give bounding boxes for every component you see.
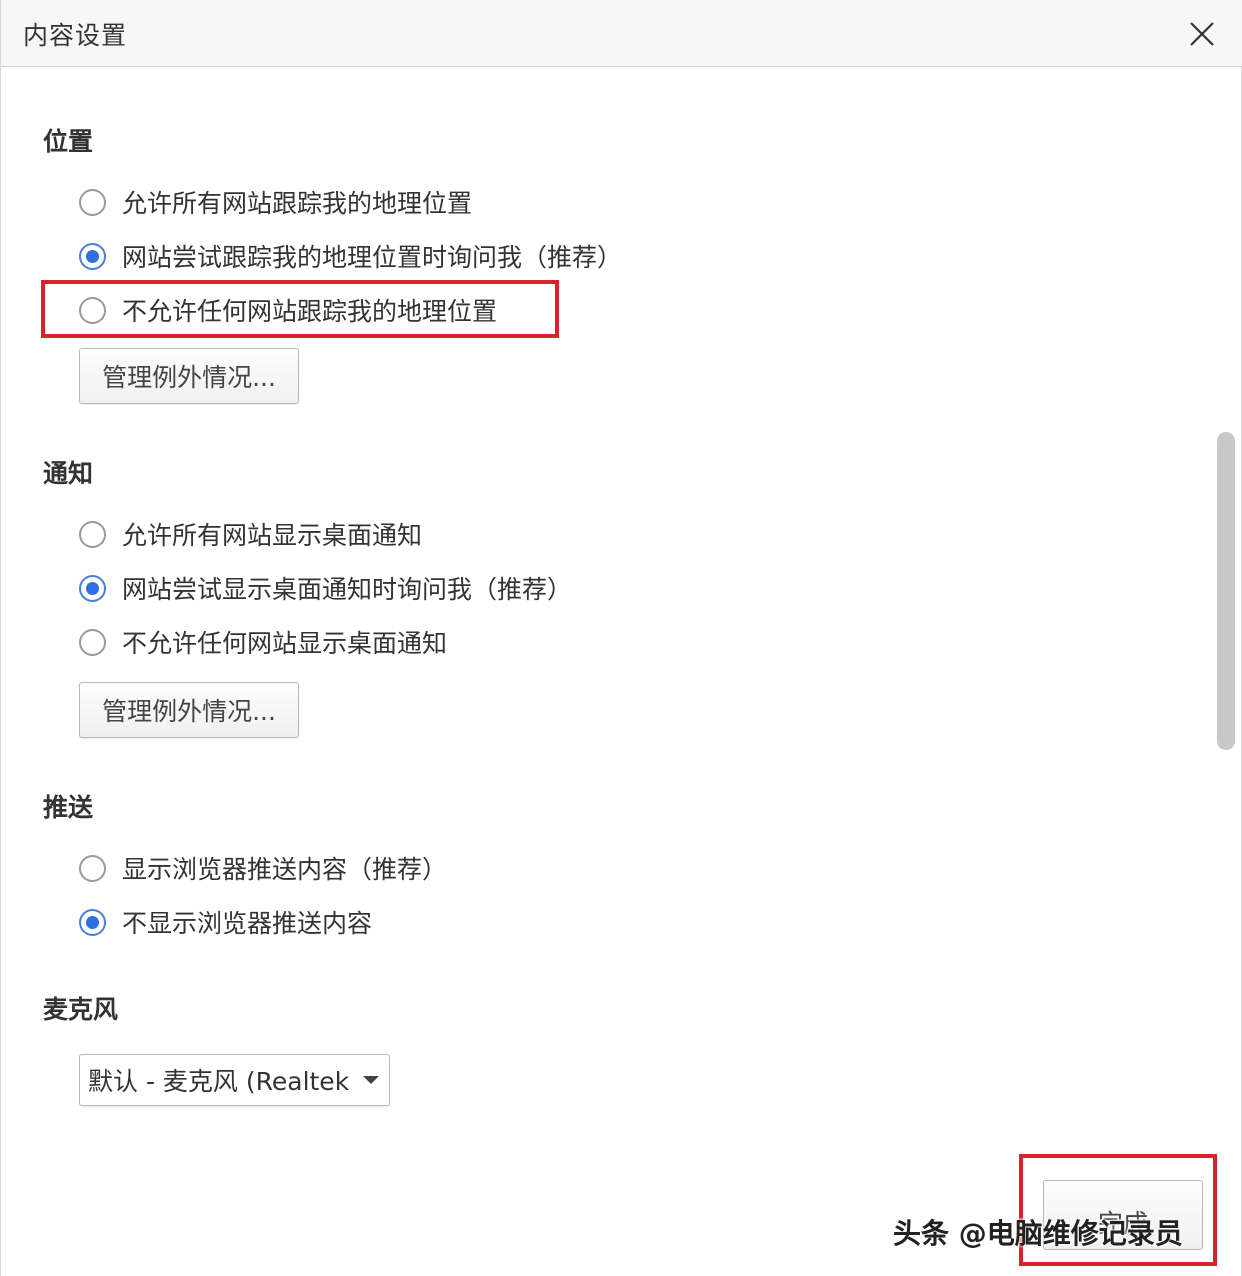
radio-button-checked[interactable] — [79, 908, 106, 936]
radio-button[interactable] — [79, 296, 106, 324]
radio-location-block-all[interactable]: 不允许任何网站跟踪我的地理位置 — [79, 292, 497, 328]
radio-button[interactable] — [79, 854, 106, 882]
radio-label: 不允许任何网站显示桌面通知 — [122, 629, 448, 658]
radio-button-checked[interactable] — [79, 574, 106, 602]
radio-button-checked[interactable] — [79, 242, 106, 270]
location-manage-exceptions-button[interactable]: 管理例外情况... — [79, 348, 299, 404]
section-title-microphone: 麦克风 — [43, 995, 119, 1024]
close-button[interactable] — [1181, 14, 1223, 54]
microphone-select[interactable]: 默认 - 麦克风 (Realtek — [79, 1054, 390, 1106]
dialog-title: 内容设置 — [23, 21, 128, 50]
radio-push-hide[interactable]: 不显示浏览器推送内容 — [79, 904, 372, 940]
radio-label: 网站尝试显示桌面通知时询问我（推荐） — [122, 575, 573, 604]
close-icon — [1190, 22, 1214, 46]
content-settings-dialog: 内容设置 位置 允许所有网站跟踪我的地理位置 网站尝试跟踪我的地理位置时询问我（… — [0, 0, 1242, 1276]
radio-button[interactable] — [79, 628, 106, 656]
section-title-push: 推送 — [43, 793, 94, 822]
radio-location-allow-all[interactable]: 允许所有网站跟踪我的地理位置 — [79, 184, 472, 220]
done-button[interactable]: 完成 — [1043, 1180, 1203, 1250]
radio-notifications-allow-all[interactable]: 允许所有网站显示桌面通知 — [79, 516, 422, 552]
radio-location-ask[interactable]: 网站尝试跟踪我的地理位置时询问我（推荐） — [79, 238, 622, 274]
chevron-down-icon — [363, 1076, 380, 1084]
radio-button[interactable] — [79, 520, 106, 548]
microphone-select-value: 默认 - 麦克风 (Realtek — [88, 1067, 350, 1096]
title-bar: 内容设置 — [1, 0, 1242, 67]
section-title-notifications: 通知 — [43, 459, 94, 488]
radio-push-show[interactable]: 显示浏览器推送内容（推荐） — [79, 850, 447, 886]
radio-label: 不显示浏览器推送内容 — [122, 909, 373, 938]
radio-label: 网站尝试跟踪我的地理位置时询问我（推荐） — [122, 243, 623, 272]
radio-label: 允许所有网站跟踪我的地理位置 — [122, 189, 473, 218]
radio-label: 允许所有网站显示桌面通知 — [122, 521, 423, 550]
radio-notifications-block-all[interactable]: 不允许任何网站显示桌面通知 — [79, 624, 447, 660]
scrollbar-thumb[interactable] — [1217, 432, 1235, 750]
radio-label: 显示浏览器推送内容（推荐） — [122, 855, 448, 884]
radio-button[interactable] — [79, 188, 106, 216]
notifications-manage-exceptions-button[interactable]: 管理例外情况... — [79, 682, 299, 738]
radio-notifications-ask[interactable]: 网站尝试显示桌面通知时询问我（推荐） — [79, 570, 572, 606]
section-title-location: 位置 — [43, 127, 94, 156]
radio-label: 不允许任何网站跟踪我的地理位置 — [122, 297, 498, 326]
